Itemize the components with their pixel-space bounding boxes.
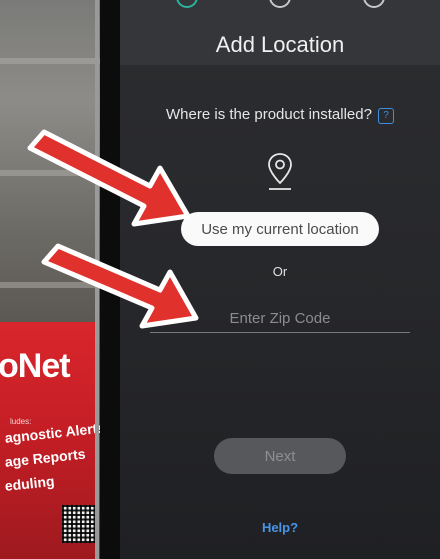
arrow-to-location-button — [27, 129, 191, 227]
arrow-to-zip-field — [41, 243, 199, 329]
annotation-arrows — [27, 129, 199, 329]
